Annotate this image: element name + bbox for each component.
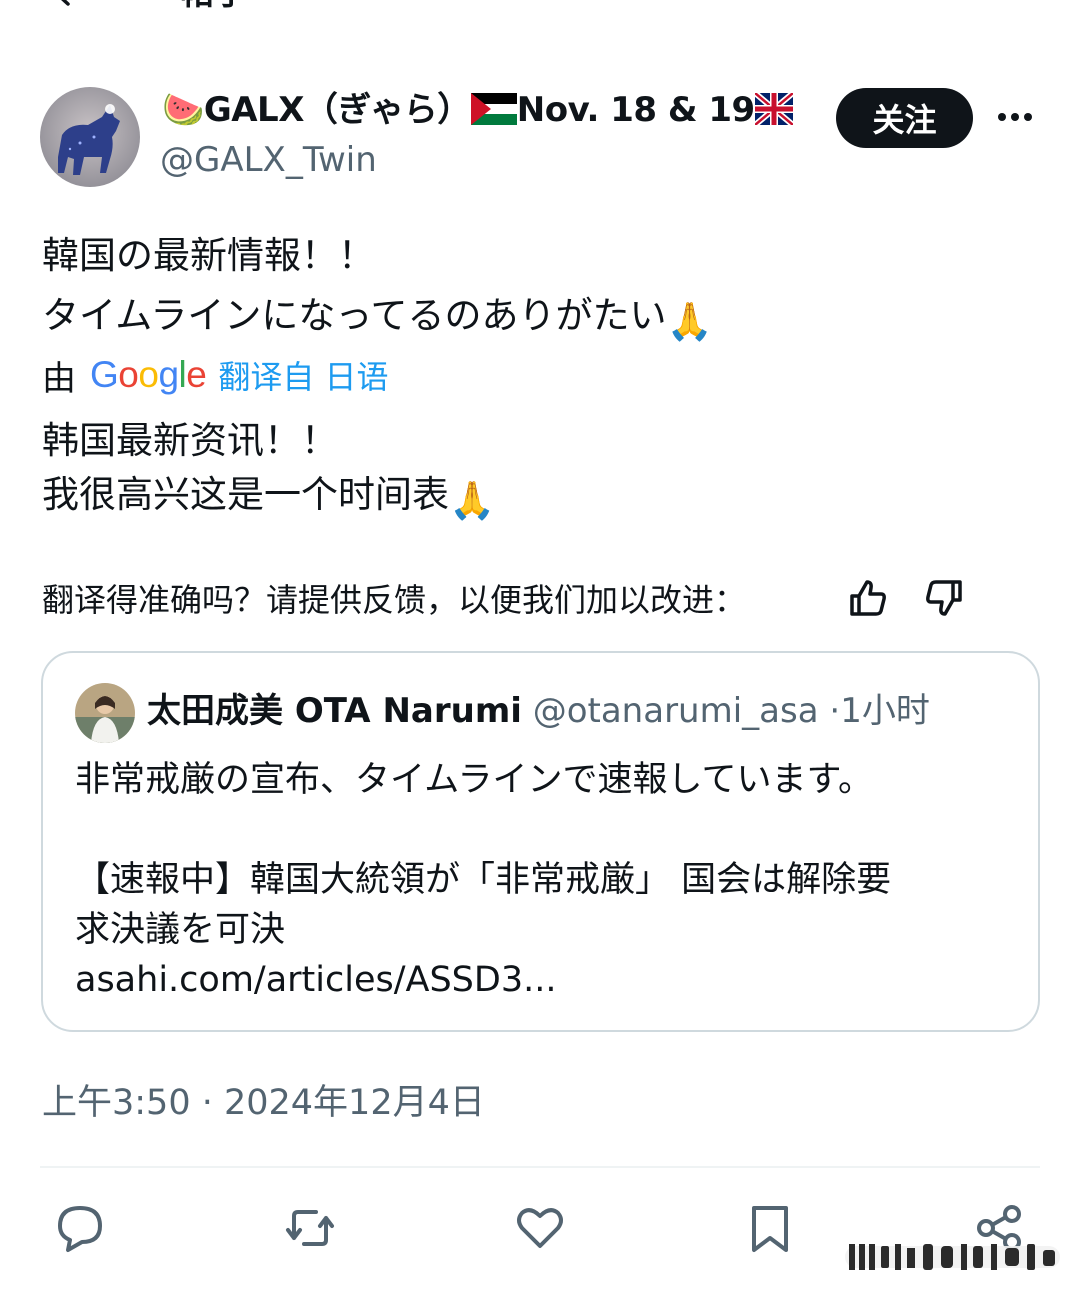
quoted-line	[75, 805, 1015, 855]
tweet-line-text: タイムラインになってるのありがたい	[42, 294, 667, 337]
thumbs-up-icon[interactable]	[846, 576, 890, 620]
quoted-time: 1小时	[840, 691, 930, 731]
thumbs-down-icon[interactable]	[922, 576, 966, 620]
quoted-line: 【速報中】韓国大統領が「非常戒厳」 国会は解除要	[75, 860, 892, 900]
folded-hands-icon: 🙏	[449, 479, 496, 522]
translated-line: 韩国最新资讯！！	[42, 419, 338, 462]
bookmark-icon[interactable]	[742, 1200, 798, 1256]
top-bar: 帖子	[0, 0, 1080, 20]
reply-icon[interactable]	[52, 1200, 108, 1256]
back-arrow-icon[interactable]	[48, 0, 78, 8]
author-display-name[interactable]: 🍉GALX（ぎゃら） Nov. 18 & 19	[162, 90, 793, 130]
divider	[40, 1166, 1040, 1168]
watermark-logo	[845, 1244, 1060, 1270]
display-name-dates: Nov. 18 & 19	[516, 90, 755, 130]
tweet-text: 韓国の最新情報！！ タイムラインになってるのありがたい🙏	[42, 226, 1042, 352]
quoted-line: 非常戒厳の宣布、タイムラインで速報しています。	[75, 760, 874, 800]
translated-from-link[interactable]: 翻译自 日语	[218, 352, 388, 398]
translated-line: 我很高兴这是一个时间表🙏	[42, 468, 1042, 528]
quoted-link[interactable]: asahi.com/articles/ASSD3...	[75, 955, 1015, 1005]
palestine-flag-icon	[470, 93, 517, 125]
quoted-tweet-card[interactable]: 太田成美 OTA Narumi @otanarumi_asa ·1小时 非常戒厳…	[41, 651, 1040, 1032]
uk-flag-icon	[754, 93, 793, 125]
quoted-body: 非常戒厳の宣布、タイムラインで速報しています。 【速報中】韓国大統領が「非常戒厳…	[75, 755, 1015, 1005]
page-title: 帖子	[180, 0, 248, 10]
translated-line-text: 我很高兴这是一个时间表	[42, 473, 449, 516]
separator-dot: ·	[829, 691, 841, 731]
translation-feedback: 翻译得准确吗？请提供反馈，以便我们加以改进：	[42, 572, 1042, 624]
quoted-author-avatar[interactable]	[75, 683, 135, 743]
tweet-timestamp[interactable]: 上午3:50 · 2024年12月4日	[42, 1080, 485, 1126]
retweet-icon[interactable]	[282, 1200, 338, 1256]
author-handle[interactable]: @GALX_Twin	[160, 140, 377, 180]
tweet-line: タイムラインになってるのありがたい🙏	[42, 286, 1042, 352]
quoted-author-handle[interactable]: @otanarumi_asa	[533, 691, 819, 731]
quoted-line: 求決議を可決	[75, 910, 286, 950]
translation-attribution: 由 Google 翻译自 日语	[42, 350, 389, 400]
follow-button[interactable]: 关注	[836, 88, 973, 148]
quoted-header: 太田成美 OTA Narumi @otanarumi_asa ·1小时	[147, 689, 930, 733]
translated-text: 韩国最新资讯！！ 我很高兴这是一个时间表🙏	[42, 414, 1042, 528]
author-avatar[interactable]	[40, 87, 140, 187]
google-logo: Google	[90, 354, 207, 395]
like-icon[interactable]	[512, 1200, 568, 1256]
display-name-prefix: 🍉GALX（ぎゃら）	[162, 90, 471, 130]
tweet-line: 韓国の最新情報！！	[42, 234, 375, 277]
quoted-author-name[interactable]: 太田成美 OTA Narumi	[147, 691, 522, 731]
more-icon[interactable]	[995, 102, 1035, 132]
translated-by-label: 由	[42, 358, 76, 399]
folded-hands-icon: 🙏	[666, 300, 713, 343]
tweet-header: 🍉GALX（ぎゃら） Nov. 18 & 19 @GALX_Twin 关注	[40, 84, 1040, 194]
feedback-prompt: 翻译得准确吗？请提供反馈，以便我们加以改进：	[42, 581, 747, 619]
